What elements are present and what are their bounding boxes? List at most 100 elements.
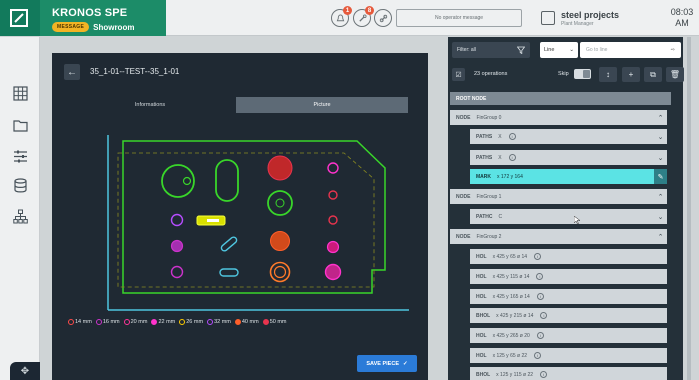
chevron-up-icon[interactable]: ⌃ — [654, 229, 667, 244]
hole-filled-1 — [267, 155, 293, 181]
row-value: x 425 y 115 ø 14 — [492, 273, 530, 280]
line-select[interactable]: Line ⌄ — [540, 42, 578, 58]
copy-icon[interactable]: ⧉ — [644, 67, 662, 82]
tab-informations[interactable]: Informations — [64, 97, 236, 113]
legend-swatch — [68, 319, 74, 325]
hole-large-2 — [267, 190, 293, 216]
mode-label: Showroom — [93, 22, 135, 32]
message-badge[interactable]: MESSAGE — [52, 22, 90, 32]
check-icon: ✓ — [403, 360, 408, 367]
row-keyword: HOL — [476, 253, 487, 260]
tree-op-row[interactable]: PATHC C — [470, 209, 654, 224]
info-icon[interactable]: i — [534, 352, 542, 359]
row-value: x 425 y 165 ø 14 — [492, 293, 530, 300]
scrollbar[interactable] — [687, 37, 691, 380]
go-to-line-placeholder: Go to line — [586, 47, 608, 53]
row-value: X — [498, 133, 502, 140]
database-icon[interactable] — [13, 178, 28, 193]
plant-info[interactable]: steel projects Plant Manager — [561, 10, 619, 27]
sort-icon[interactable]: ↕ — [599, 67, 617, 82]
operator-message-box[interactable]: No operator message — [396, 9, 522, 27]
row-value: FinGroup 0 — [476, 114, 502, 121]
row-keyword: PATHS — [476, 154, 493, 161]
info-icon[interactable]: i — [508, 133, 516, 140]
folder-icon[interactable] — [13, 118, 28, 133]
info-icon[interactable]: i — [540, 312, 548, 319]
alert-count-badge: 1 — [343, 6, 352, 15]
chevron-down-icon[interactable]: ⌄ — [654, 129, 667, 144]
legend-label: 16 mm — [102, 319, 120, 325]
chevron-up-icon[interactable]: ⌃ — [654, 189, 667, 204]
save-piece-label: SAVE PIECE — [366, 360, 399, 367]
tree-node-row[interactable]: NODE FinGroup 1 — [450, 189, 654, 204]
chevron-down-icon[interactable]: ⌄ — [654, 150, 667, 165]
info-icon[interactable]: i — [536, 273, 544, 280]
tree-node-row[interactable]: NODE FinGroup 2 — [450, 229, 654, 244]
save-piece-button[interactable]: SAVE PIECE ✓ — [357, 355, 417, 372]
alert-bell-icon[interactable]: 1 — [331, 6, 352, 27]
viewer-tabs: Informations Picture — [64, 97, 408, 113]
info-icon[interactable]: i — [536, 293, 544, 300]
info-icon[interactable]: i — [508, 154, 516, 161]
select-all-checkbox[interactable]: ☑ — [452, 68, 465, 81]
link-icon[interactable] — [374, 9, 392, 27]
row-value: x 125 y 115 ø 22 — [496, 371, 534, 378]
enter-arrow-icon[interactable]: ⇨ — [671, 47, 675, 53]
tree-op-row[interactable]: HOL x 125 y 65 ø 22 i — [470, 348, 667, 363]
sliders-icon[interactable] — [13, 149, 28, 164]
back-arrow-icon[interactable]: ← — [64, 64, 80, 80]
part-drawing[interactable] — [104, 135, 414, 315]
row-keyword: NODE — [456, 233, 471, 240]
legend-label: 32 mm — [214, 319, 231, 325]
go-to-line-input[interactable]: Go to line ⇨ — [580, 42, 681, 58]
info-icon[interactable]: i — [536, 332, 544, 339]
chevron-up-icon[interactable]: ⌃ — [654, 110, 667, 125]
row-value: X — [498, 154, 502, 161]
tool-icon[interactable]: 8 — [353, 6, 374, 27]
row-value: FinGroup 1 — [476, 193, 502, 200]
add-icon[interactable]: + — [622, 67, 640, 82]
filter-label: Filter: all — [457, 47, 476, 53]
tree-op-row-selected[interactable]: MARK x 172 y 164 — [470, 169, 654, 184]
chevron-down-icon: ⌄ — [569, 47, 574, 53]
row-value: FinGroup 2 — [476, 233, 502, 240]
hole-small-4 — [326, 240, 340, 254]
grid-icon[interactable] — [13, 86, 28, 101]
tree-header: ROOT NODE — [450, 92, 671, 105]
info-icon[interactable]: i — [540, 371, 548, 378]
skip-toggle[interactable] — [574, 69, 591, 79]
clock: 08:03 AM — [668, 7, 696, 29]
hole-large-1 — [161, 164, 195, 198]
tree-op-row[interactable]: HOL x 425 y 165 ø 14 i — [470, 289, 667, 304]
tree-op-row[interactable]: HOL x 425 y 115 ø 14 i — [470, 269, 667, 284]
plant-name: steel projects — [561, 10, 620, 20]
hole-filled-2 — [270, 231, 290, 251]
part-viewer-panel: ← 35_1-01--TEST--35_1-01 Informations Pi… — [52, 53, 428, 380]
tree-node-row[interactable]: NODE FinGroup 0 — [450, 110, 654, 125]
hole-small-2 — [328, 190, 338, 200]
tree-op-row[interactable]: HOL x 425 y 265 ø 20 i — [470, 328, 667, 343]
pencil-icon[interactable]: ✎ — [654, 169, 667, 184]
tree-op-row[interactable]: BHOL x 125 y 115 ø 22 i — [470, 367, 667, 380]
legend-swatch — [123, 319, 130, 325]
clock-period: AM — [675, 18, 689, 28]
row-keyword: HOL — [476, 273, 487, 280]
logo-mark-icon — [10, 9, 28, 27]
info-icon[interactable]: i — [534, 253, 542, 260]
trash-icon[interactable]: 🗑 — [666, 67, 684, 82]
tree-op-row[interactable]: HOL x 425 y 65 ø 14 i — [470, 249, 667, 264]
filter-dropdown[interactable]: Filter: all — [452, 42, 530, 58]
tab-picture[interactable]: Picture — [236, 97, 408, 113]
tree-op-row[interactable]: BHOL x 425 y 215 ø 14 i — [470, 308, 667, 323]
hierarchy-icon[interactable] — [13, 209, 28, 224]
move-icon[interactable]: ✥ — [10, 362, 40, 380]
tree-op-row[interactable]: PATHS X i — [470, 129, 654, 144]
legend-label: 14 mm — [75, 319, 92, 325]
legend-label: 26 mm — [186, 319, 204, 325]
row-keyword: PATHC — [476, 213, 493, 220]
hole-marker — [182, 176, 192, 186]
hole-small-6 — [170, 213, 184, 227]
row-value: x 425 y 215 ø 14 — [496, 312, 534, 319]
tree-op-row[interactable]: PATHS X i — [470, 150, 654, 165]
chevron-down-icon[interactable]: ⌄ — [654, 209, 667, 224]
